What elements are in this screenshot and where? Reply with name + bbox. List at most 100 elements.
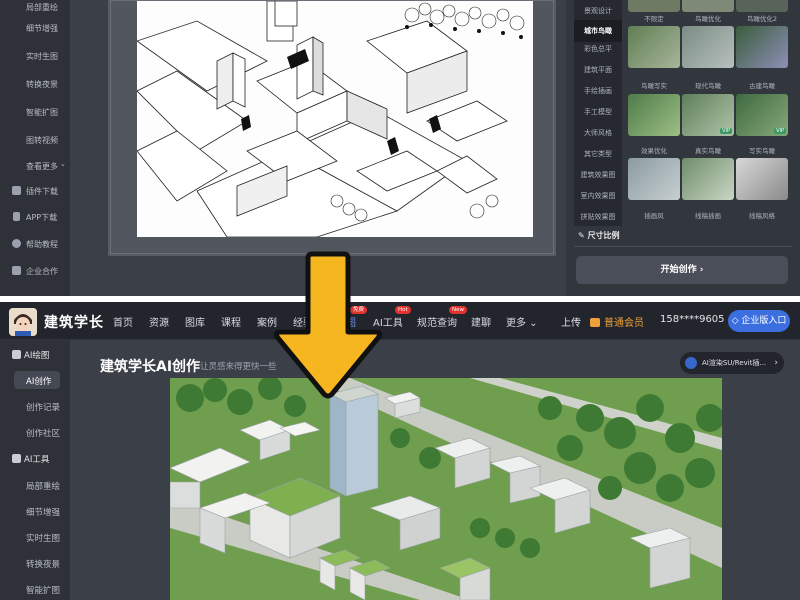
avatar-drawing [9,308,37,336]
arrow-down-icon [273,251,383,399]
preview-inner [110,0,554,254]
sidebar-item-inpaint[interactable]: 局部重绘 [0,475,70,495]
line-sketch-image [136,0,533,238]
chevron-down-icon: ⌄ [526,318,538,329]
style-thumb[interactable] [628,94,680,136]
new-badge: New [449,306,467,314]
style-thumb[interactable] [736,26,788,68]
tab-master-style[interactable]: 大师风格 [574,122,622,144]
chevron-right-icon: › [774,358,778,368]
sidebar-item-video[interactable]: 图转视频 [0,131,70,149]
top-sidebar: 局部重绘 细节增强 实时生图 转换夜景 智能扩图 图转视频 查看更多 ⌄ 插件下载… [0,0,70,296]
thumb-caption: 线稿插画 [695,212,721,220]
ai-render-plugin-link[interactable]: AI渲染SU/Revit插... › [680,352,784,374]
user-phone[interactable]: 158****9605 [660,314,725,325]
hot-badge: Hot [395,306,411,314]
sidebar-item-plugin[interactable]: 插件下载 [0,182,70,200]
start-create-button[interactable]: 开始创作 › [576,256,788,284]
enterprise-button[interactable]: ◇ 企业版入口 [728,310,790,332]
diamond-icon: ◇ [731,316,742,326]
style-thumb[interactable] [682,0,734,12]
upload-preview-frame [108,0,556,256]
logo-text[interactable]: 建筑学长 [44,312,104,332]
puzzle-icon [12,186,21,195]
style-thumb[interactable]: VIP [736,94,788,136]
member-status[interactable]: 普通会员 [590,314,644,329]
style-thumb[interactable] [736,0,788,12]
style-panel: 景观设计 城市鸟瞰 彩色总平 建筑平面 手绘插画 手工模型 大师风格 其它类型 … [566,0,800,296]
sidebar-item-ai-create[interactable]: AI创作 [0,370,70,390]
thumb-caption: 古建鸟瞰 [749,82,775,90]
top-screenshot-panel: 局部重绘 细节增强 实时生图 转换夜景 智能扩图 图转视频 查看更多 ⌄ 插件下载… [0,0,800,296]
ratio-section-title: ✎ 尺寸比例 [578,231,620,240]
logo-avatar[interactable] [9,308,37,336]
style-thumb[interactable] [682,26,734,68]
sidebar-item-inpaint[interactable]: 局部重绘 [0,0,70,16]
nav-more[interactable]: 更多 ⌄ [506,314,538,329]
sketch-drawing [136,0,533,238]
style-tabs: 景观设计 城市鸟瞰 彩色总平 建筑平面 手绘插画 手工模型 大师风格 其它类型 … [574,0,622,226]
thumb-caption: 鸟瞰写实 [641,82,667,90]
divider [574,246,792,247]
thumb-caption: 现代鸟瞰 [695,82,721,90]
chevron-down-icon: ⌄ [60,160,66,168]
nav-courses[interactable]: 课程 [221,314,241,329]
nav-chat[interactable]: 建聊 [471,314,491,329]
style-thumb[interactable] [628,0,680,12]
tab-color-plan[interactable]: 彩色总平 [574,38,622,60]
nav-gallery[interactable]: 图库 [185,314,205,329]
nav-home[interactable]: 首页 [113,314,133,329]
tab-model[interactable]: 手工模型 [574,101,622,123]
sidebar-item-realtime[interactable]: 实时生图 [0,47,70,65]
tab-landscape[interactable]: 景观设计 [574,0,622,22]
thumb-caption: 鸟瞰优化2 [746,15,778,23]
sidebar-item-help[interactable]: 帮助教程 [0,235,70,253]
sidebar-item-expand[interactable]: 智能扩图 [0,103,70,121]
sidebar-item-more[interactable]: 查看更多 ⌄ [0,157,70,175]
tab-hand-drawn[interactable]: 手绘插画 [574,80,622,102]
vip-badge: VIP [774,128,786,134]
style-thumb[interactable] [628,26,680,68]
sidebar-item-enterprise[interactable]: 企业合作 [0,262,70,280]
sidebar-item-history[interactable]: 创作记录 [0,396,70,416]
style-thumb[interactable] [682,158,734,200]
top-navbar: 建筑学长 首页 资源 图库 课程 案例 经验 绘图免费 AI工具Hot 规范查询… [0,302,800,340]
plugin-icon [685,357,697,369]
page-subtitle: 让灵感来得更快一些 [200,362,277,372]
thumb-caption: 不限定 [644,15,664,23]
tab-other[interactable]: 其它类型 [574,143,622,165]
palette-icon [12,350,21,359]
thumb-caption: 效果优化 [641,147,667,155]
vip-badge: VIP [720,128,732,134]
sidebar-item-night[interactable]: 转换夜景 [0,75,70,93]
sidebar-section-ai-tools[interactable]: AI工具 [0,448,70,468]
tab-collage[interactable]: 拼贴效果图 [574,206,622,228]
sidebar-item-app[interactable]: APP下载 [0,208,70,226]
nav-code-query[interactable]: 规范查询 New [417,306,467,329]
sidebar-item-detail[interactable]: 细节增强 [0,19,70,37]
ai-render-result-image [170,378,722,600]
style-thumb[interactable]: VIP [682,94,734,136]
sidebar-item-expand[interactable]: 智能扩图 [0,579,70,599]
thumb-caption: 真实鸟瞰 [695,147,721,155]
render-drawing [170,378,722,600]
upload-link[interactable]: 上传 [561,314,581,329]
building-icon [12,266,21,275]
bottom-screenshot-panel: 建筑学长 首页 资源 图库 课程 案例 经验 绘图免费 AI工具Hot 规范查询… [0,302,800,600]
tab-building-plan[interactable]: 建筑平面 [574,59,622,81]
sidebar-section-ai-draw[interactable]: AI绘图 [0,344,70,364]
tab-arch-render[interactable]: 建筑效果图 [574,164,622,186]
style-thumb[interactable] [628,158,680,200]
style-thumb[interactable] [736,158,788,200]
sidebar-item-realtime[interactable]: 实时生图 [0,527,70,547]
help-icon [12,239,21,248]
sidebar-item-night[interactable]: 转换夜景 [0,553,70,573]
nav-resources[interactable]: 资源 [149,314,169,329]
sidebar-item-community[interactable]: 创作社区 [0,422,70,442]
phone-icon [13,212,20,221]
pencil-icon: ✎ [578,231,588,240]
thumb-caption: 插画风 [644,212,664,220]
page-title: 建筑学长AI创作 [100,359,201,375]
sidebar-item-detail[interactable]: 细节增强 [0,501,70,521]
tab-interior[interactable]: 室内效果图 [574,185,622,207]
